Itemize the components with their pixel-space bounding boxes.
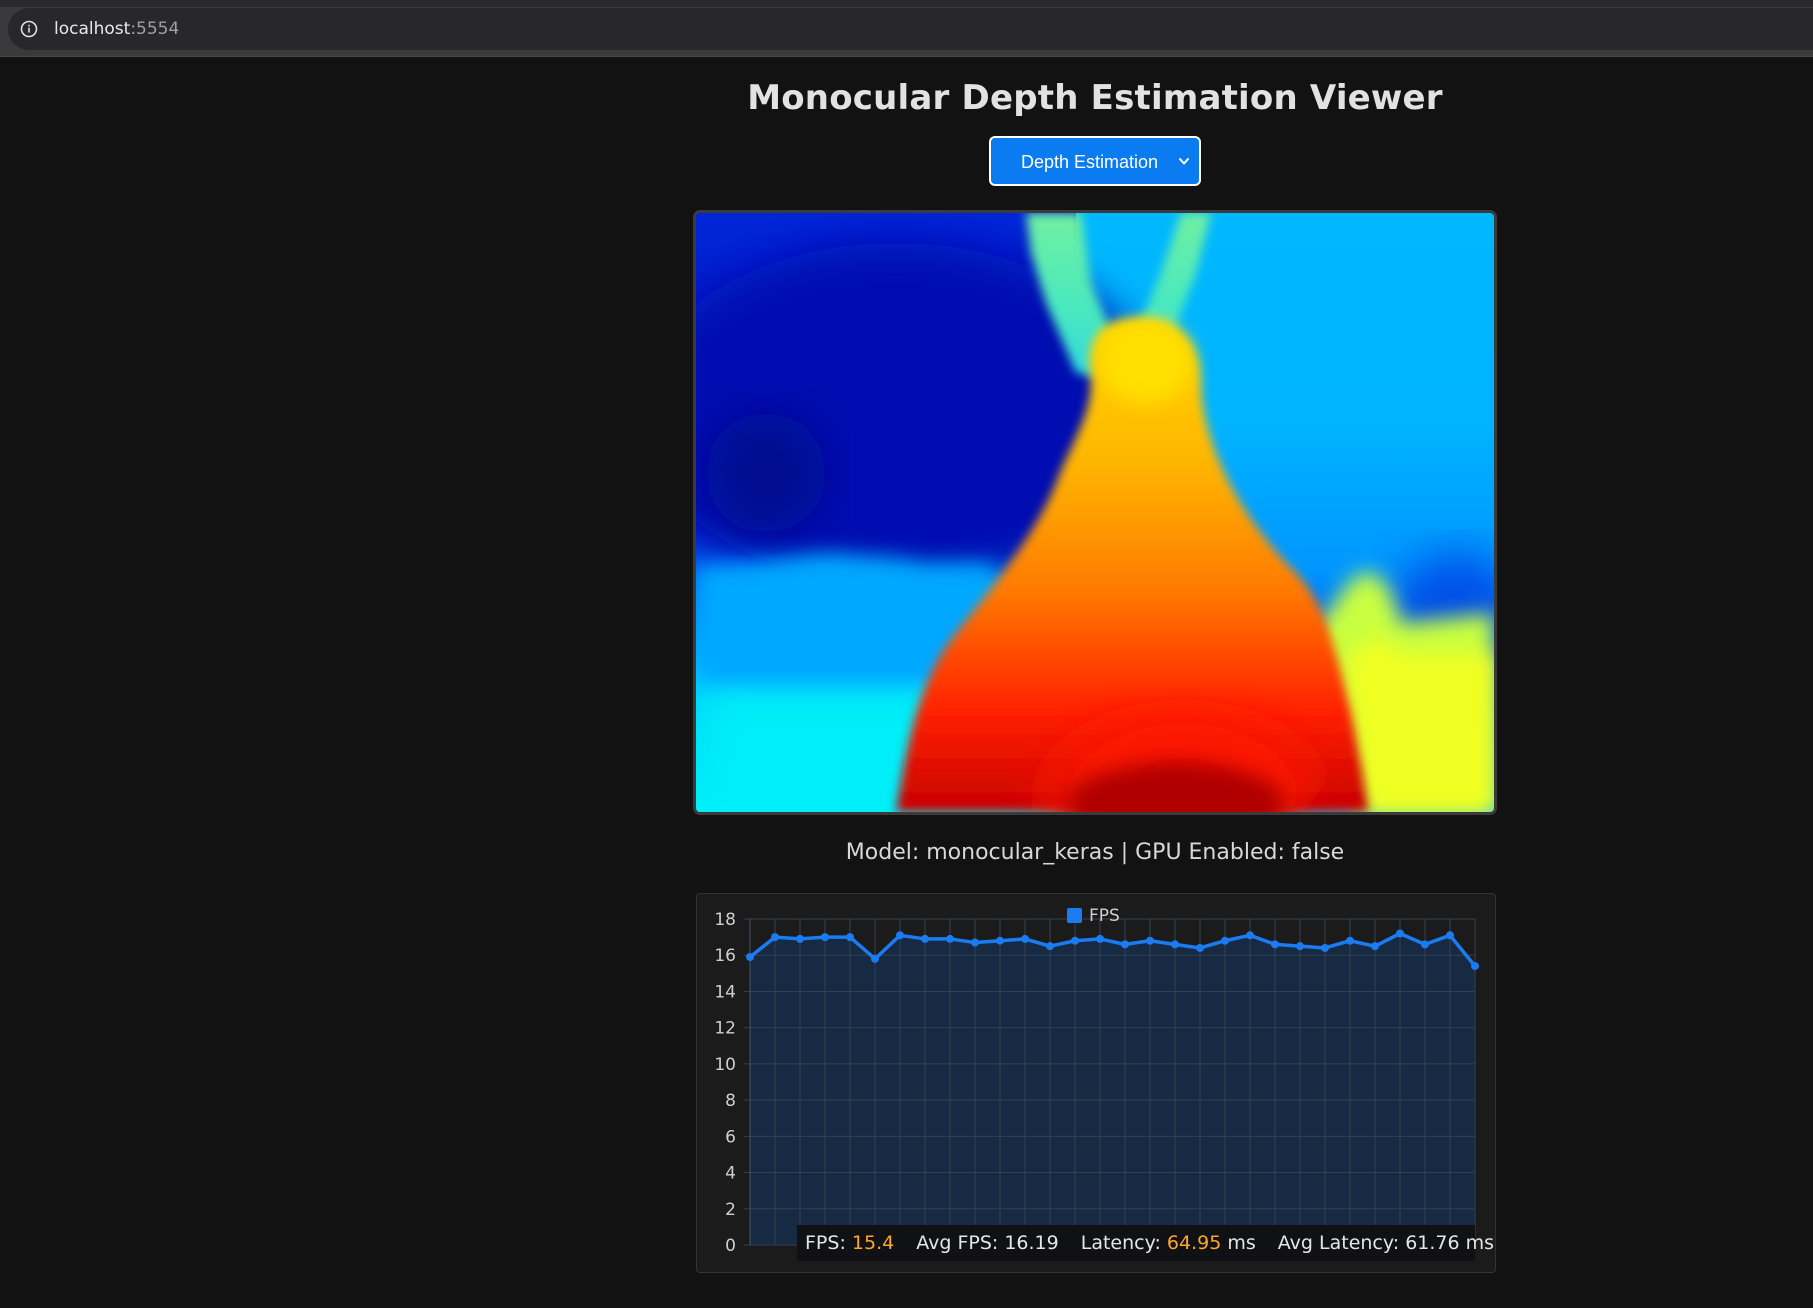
y-tick-label: 10 (714, 1055, 736, 1075)
fps-data-point (1346, 936, 1354, 945)
y-tick-label: 8 (725, 1091, 736, 1111)
chevron-down-icon (1179, 158, 1189, 165)
mode-select[interactable]: Depth Estimation (989, 136, 1201, 186)
stat-fps-label: FPS: (805, 1232, 846, 1254)
address-bar[interactable]: localhost:5554 (8, 8, 1813, 50)
fps-data-point (1046, 942, 1054, 951)
stat-latency-value: 64.95 (1166, 1232, 1222, 1254)
fps-data-point (1271, 940, 1279, 949)
gpu-value: false (1291, 840, 1345, 865)
fps-data-point (921, 934, 929, 943)
y-tick-label: 14 (714, 982, 736, 1002)
stat-avg-fps-label: Avg FPS: (916, 1232, 999, 1254)
fps-data-point (996, 936, 1004, 945)
y-tick-label: 16 (714, 946, 736, 966)
model-value: monocular_keras (926, 840, 1114, 865)
stat-latency: Latency: 64.95 ms (1081, 1232, 1256, 1254)
fps-chart: 0 2 4 6 8 10 12 14 16 18 FPS (714, 906, 1479, 1256)
stat-latency-unit: ms (1227, 1232, 1256, 1254)
url-text[interactable]: localhost:5554 (54, 19, 179, 39)
model-label: Model: (845, 840, 920, 865)
fps-data-point (1221, 936, 1229, 945)
depth-map-frame (693, 210, 1497, 815)
fps-data-point (1171, 940, 1179, 949)
fps-data-point (896, 931, 904, 940)
fps-data-point (1446, 931, 1454, 940)
stat-avg-fps: Avg FPS: 16.19 (916, 1232, 1059, 1254)
page-title: Monocular Depth Estimation Viewer (747, 78, 1443, 118)
mode-select-value: Depth Estimation (1021, 152, 1159, 172)
legend-label-fps: FPS (1089, 906, 1120, 926)
fps-data-point (746, 953, 754, 962)
fps-data-point (1146, 936, 1154, 945)
url-host: localhost (54, 19, 131, 39)
url-port: :5554 (130, 19, 180, 39)
fps-data-point (971, 938, 979, 947)
browser-top-strip (0, 0, 1813, 7)
fps-data-point (821, 933, 829, 942)
fps-data-point (1296, 942, 1304, 951)
y-tick-label: 2 (725, 1200, 736, 1220)
fps-data-point (1396, 929, 1404, 938)
fps-chart-panel: 0 2 4 6 8 10 12 14 16 18 FPS (696, 893, 1496, 1273)
stat-avg-fps-value: 16.19 (1004, 1232, 1059, 1254)
fps-data-point (1321, 943, 1329, 952)
stats-overlay: FPS: 15.4 Avg FPS: 16.19 Latency: 64.95 … (797, 1225, 1494, 1261)
y-tick-label: 6 (725, 1127, 736, 1147)
fps-data-point (846, 933, 854, 942)
y-tick-label: 12 (714, 1019, 736, 1039)
y-tick-label: 4 (725, 1164, 736, 1184)
legend-swatch-fps (1067, 908, 1082, 923)
fps-area-fill (750, 933, 1475, 1245)
fps-data-point (1021, 934, 1029, 943)
model-info: Model: monocular_keras | GPU Enabled: fa… (0, 840, 1813, 865)
stat-avg-latency: Avg Latency: 61.76 ms (1278, 1232, 1494, 1254)
fps-data-point (946, 934, 954, 943)
fps-data-point (1471, 962, 1479, 971)
depth-map-image (696, 213, 1494, 812)
fps-data-point (1246, 931, 1254, 940)
fps-data-point (1071, 936, 1079, 945)
fps-data-point (1096, 934, 1104, 943)
info-separator: | (1120, 840, 1129, 865)
stat-latency-label: Latency: (1080, 1232, 1161, 1254)
gpu-label: GPU Enabled: (1135, 840, 1285, 865)
fps-data-point (796, 934, 804, 943)
y-tick-label: 18 (714, 910, 736, 930)
fps-data-point (771, 933, 779, 942)
stat-fps: FPS: 15.4 (805, 1232, 894, 1254)
fps-data-point (1371, 942, 1379, 951)
info-icon[interactable] (20, 20, 38, 38)
fps-data-point (1421, 940, 1429, 949)
fps-data-point (871, 954, 879, 963)
stat-avg-latency-label: Avg Latency: (1277, 1232, 1400, 1254)
y-tick-label: 0 (725, 1236, 736, 1256)
fps-data-point (1121, 940, 1129, 949)
stat-avg-latency-unit: ms (1465, 1232, 1495, 1254)
fps-data-point (1196, 943, 1204, 952)
stat-fps-value: 15.4 (851, 1232, 895, 1254)
browser-toolbar: localhost:5554 (0, 0, 1813, 57)
stat-avg-latency-value: 61.76 (1405, 1232, 1460, 1254)
